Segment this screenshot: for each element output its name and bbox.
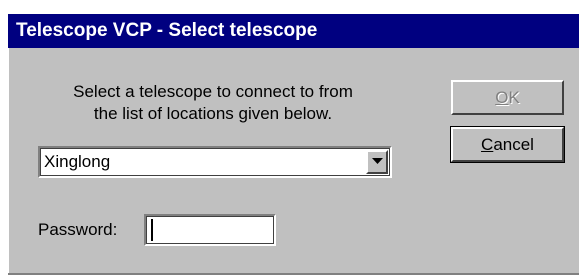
cancel-button-label-rest: ancel [493, 135, 534, 154]
password-input[interactable] [144, 214, 276, 246]
ok-button-label-rest: K [508, 88, 520, 107]
telescope-dropdown-button[interactable] [366, 150, 388, 174]
telescope-select[interactable]: Xinglong [38, 146, 392, 178]
chevron-down-icon [372, 158, 383, 164]
title-bar[interactable]: Telescope VCP - Select telescope [8, 14, 579, 48]
ok-button-mnemonic: O [495, 88, 509, 107]
cancel-button[interactable]: Cancel [450, 126, 565, 163]
cancel-button-mnemonic: C [481, 135, 494, 154]
window-title: Telescope VCP - Select telescope [16, 20, 318, 41]
ok-button[interactable]: OK [451, 80, 564, 115]
select-telescope-dialog: Telescope VCP - Select telescope Select … [0, 0, 579, 275]
cancel-button-focus: Cancel [456, 132, 559, 157]
password-label: Password: [38, 220, 118, 239]
instructions-line-1: Select a telescope to connect to from [73, 82, 353, 101]
instructions-line-2: the list of locations given below. [93, 104, 333, 123]
instructions-text: Select a telescope to connect to from th… [28, 81, 398, 125]
telescope-select-value: Xinglong [44, 152, 111, 171]
window-left-border [0, 14, 8, 275]
text-caret [151, 219, 153, 241]
